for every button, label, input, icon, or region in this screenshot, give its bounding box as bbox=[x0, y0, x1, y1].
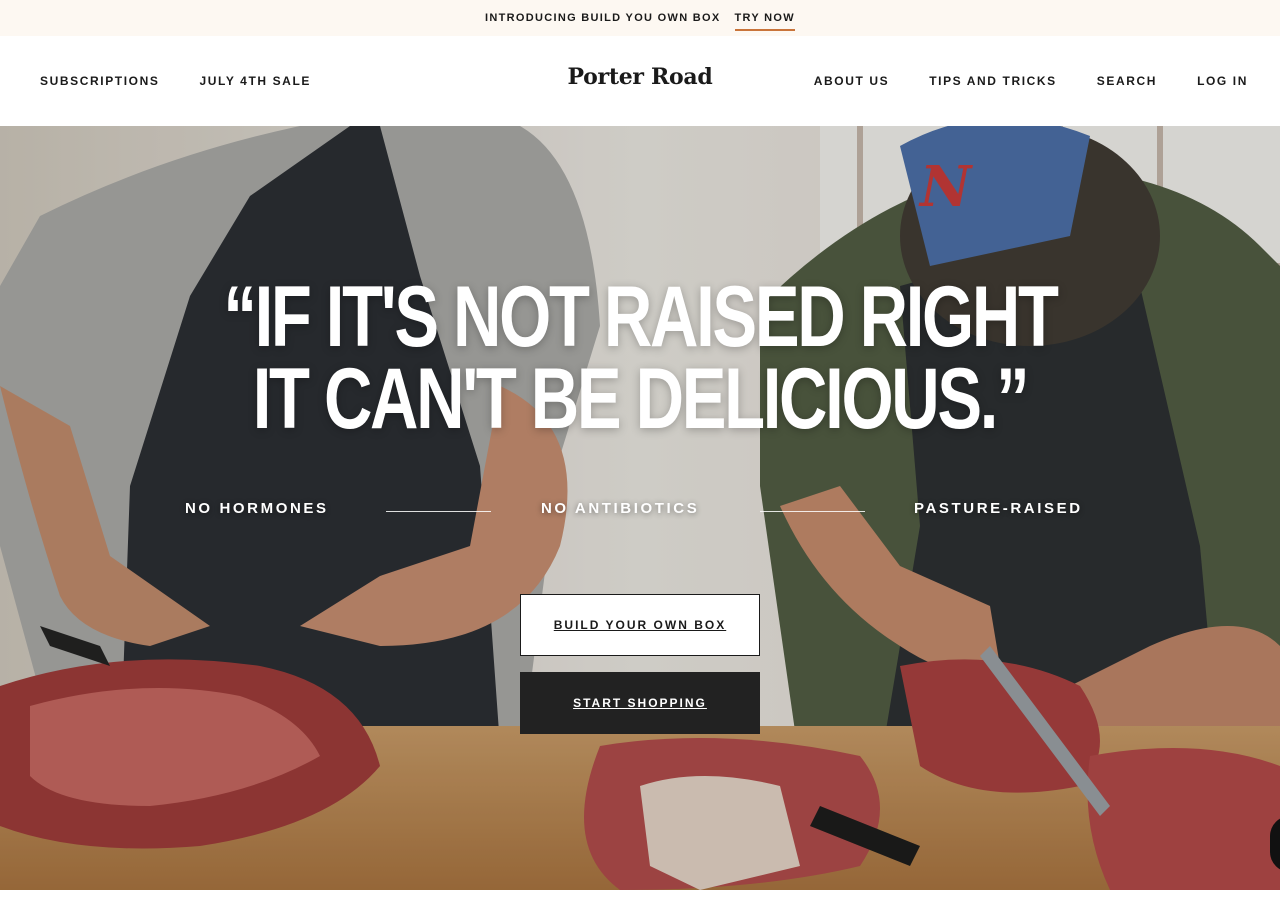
primary-nav-left: SUBSCRIPTIONS JULY 4TH SALE bbox=[40, 36, 311, 126]
nav-about-us[interactable]: ABOUT US bbox=[814, 74, 889, 88]
hero-section: N “IF IT'S NOT RAISED RIGHT IT CAN'T BE … bbox=[0, 126, 1280, 890]
nav-search[interactable]: SEARCH bbox=[1097, 74, 1157, 88]
nav-subscriptions[interactable]: SUBSCRIPTIONS bbox=[40, 74, 159, 88]
try-now-link[interactable]: TRY NOW bbox=[734, 12, 795, 31]
feature-divider bbox=[386, 511, 491, 512]
hero-headline-line-1: “IF IT'S NOT RAISED RIGHT bbox=[223, 269, 1059, 365]
announcement-bar: INTRODUCING BUILD YOU OWN BOX TRY NOW bbox=[0, 0, 1280, 36]
build-your-own-box-button[interactable]: BUILD YOUR OWN BOX bbox=[520, 594, 760, 656]
nav-log-in[interactable]: LOG IN bbox=[1197, 74, 1248, 88]
feature-no-antibiotics: NO ANTIBIOTICS bbox=[541, 500, 700, 517]
feature-divider bbox=[760, 511, 865, 512]
feature-no-hormones: NO HORMONES bbox=[185, 500, 329, 517]
announcement-text: INTRODUCING BUILD YOU OWN BOX bbox=[485, 12, 721, 24]
porter-road-logo[interactable]: Porter Road bbox=[568, 64, 713, 90]
feature-list: NO HORMONES NO ANTIBIOTICS PASTURE-RAISE… bbox=[0, 500, 1280, 524]
nav-tips-and-tricks[interactable]: TIPS AND TRICKS bbox=[929, 74, 1057, 88]
feature-pasture-raised: PASTURE-RAISED bbox=[914, 500, 1083, 517]
primary-nav-right: ABOUT US TIPS AND TRICKS SEARCH LOG IN bbox=[814, 36, 1248, 126]
hero-headline: “IF IT'S NOT RAISED RIGHT IT CAN'T BE DE… bbox=[141, 269, 1139, 447]
hero-headline-line-2: IT CAN'T BE DELICIOUS.” bbox=[252, 351, 1030, 447]
site-header: SUBSCRIPTIONS JULY 4TH SALE Porter Road … bbox=[0, 36, 1280, 126]
nav-july-4th-sale[interactable]: JULY 4TH SALE bbox=[199, 74, 311, 88]
start-shopping-button[interactable]: START SHOPPING bbox=[520, 672, 760, 734]
